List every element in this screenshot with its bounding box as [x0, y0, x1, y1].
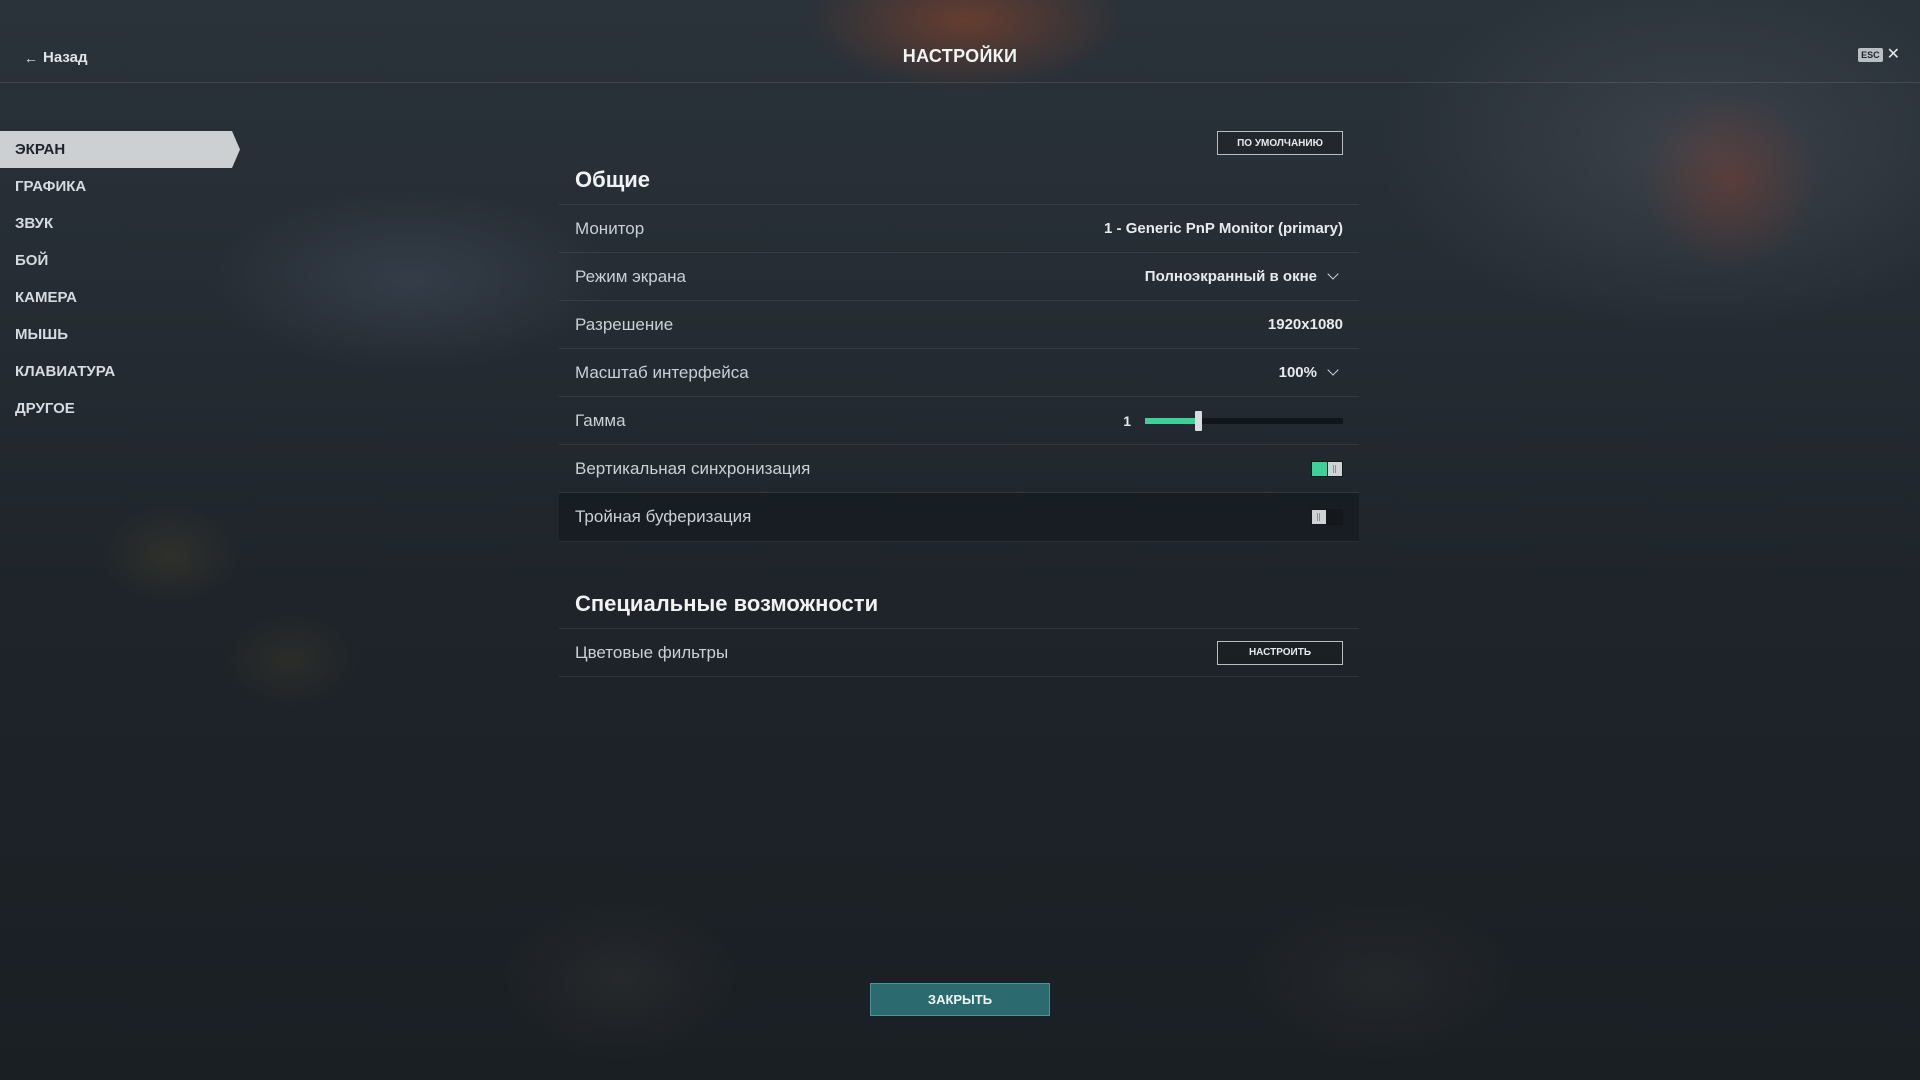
- triple-buffer-label: Тройная буферизация: [575, 507, 752, 526]
- chevron-down-icon: [1327, 364, 1339, 376]
- gamma-slider[interactable]: [1145, 410, 1343, 431]
- setting-row-vsync: Вертикальная синхронизация: [559, 445, 1359, 493]
- setting-row-triple-buffer: Тройная буферизация: [559, 493, 1359, 542]
- vsync-toggle[interactable]: [1311, 460, 1343, 477]
- gamma-slider-fill: [1145, 417, 1199, 424]
- sidebar-item-sound[interactable]: ЗВУК: [0, 205, 240, 242]
- setting-row-screen-mode: Режим экрана Полноэкранный в окне: [559, 253, 1359, 301]
- toggle-on-fill: [1312, 461, 1327, 476]
- reset-defaults-button[interactable]: ПО УМОЛЧАНИЮ: [1217, 131, 1343, 155]
- sidebar-item-battle[interactable]: БОЙ: [0, 242, 240, 279]
- setting-row-color-filters: Цветовые фильтры НАСТРОИТЬ: [559, 629, 1359, 677]
- sidebar-item-other[interactable]: ДРУГОЕ: [0, 390, 240, 427]
- close-window-button[interactable]: ESC ✕: [1858, 46, 1900, 63]
- setting-row-ui-scale: Масштаб интерфейса 100%: [559, 349, 1359, 397]
- close-icon: ✕: [1886, 46, 1900, 63]
- color-filters-label: Цветовые фильтры: [575, 642, 729, 662]
- configure-color-filters-button[interactable]: НАСТРОИТЬ: [1217, 640, 1343, 665]
- resolution-value[interactable]: 1920x1080: [1268, 316, 1343, 333]
- gamma-label: Гамма: [575, 410, 626, 430]
- esc-key-badge: ESC: [1858, 48, 1883, 62]
- close-button[interactable]: ЗАКРЫТЬ: [870, 983, 1050, 1016]
- sidebar-item-screen[interactable]: ЭКРАН: [0, 131, 240, 168]
- setting-row-gamma: Гамма 1: [559, 397, 1359, 445]
- settings-panel: ПО УМОЛЧАНИЮ Общие Монитор 1 - Generic P…: [559, 130, 1359, 677]
- resolution-label: Разрешение: [575, 314, 674, 334]
- setting-row-monitor: Монитор 1 - Generic PnP Monitor (primary…: [559, 205, 1359, 253]
- vsync-label: Вертикальная синхронизация: [575, 458, 811, 478]
- section-title-accessibility: Специальные возможности: [559, 580, 1359, 629]
- toggle-knob: [1312, 510, 1326, 524]
- screen-mode-dropdown[interactable]: Полноэкранный в окне: [1145, 268, 1343, 285]
- toggle-knob: [1328, 461, 1342, 476]
- settings-sidebar: ЭКРАН ГРАФИКА ЗВУК БОЙ КАМЕРА МЫШЬ КЛАВИ…: [0, 131, 240, 427]
- ui-scale-label: Масштаб интерфейса: [575, 362, 749, 382]
- setting-row-resolution: Разрешение 1920x1080: [559, 301, 1359, 349]
- ui-scale-value: 100%: [1278, 364, 1317, 381]
- monitor-label: Монитор: [575, 218, 645, 238]
- gamma-slider-handle[interactable]: [1195, 410, 1203, 431]
- monitor-value[interactable]: 1 - Generic PnP Monitor (primary): [1104, 220, 1343, 237]
- screen-mode-value: Полноэкранный в окне: [1144, 268, 1317, 285]
- triple-buffer-toggle[interactable]: [1311, 509, 1343, 525]
- sidebar-item-graphics[interactable]: ГРАФИКА: [0, 168, 240, 205]
- page-title: НАСТРОЙКИ: [902, 46, 1018, 66]
- sidebar-item-keyboard[interactable]: КЛАВИАТУРА: [0, 353, 240, 390]
- gamma-value: 1: [1123, 412, 1131, 429]
- gamma-control: 1: [1123, 410, 1343, 431]
- ui-scale-dropdown[interactable]: 100%: [1279, 364, 1343, 381]
- screen-mode-label: Режим экрана: [575, 266, 686, 286]
- chevron-down-icon: [1327, 268, 1339, 280]
- top-bar: ← Назад НАСТРОЙКИ ESC ✕: [0, 0, 1920, 83]
- sidebar-item-mouse[interactable]: МЫШЬ: [0, 316, 240, 353]
- section-title-general: Общие: [559, 156, 1359, 205]
- sidebar-item-camera[interactable]: КАМЕРА: [0, 279, 240, 316]
